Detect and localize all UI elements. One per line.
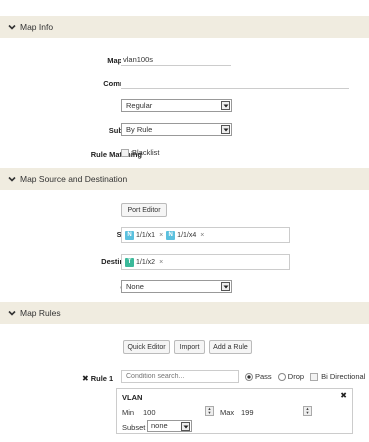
type-select-value: Regular — [126, 101, 153, 110]
section-title: Map Source and Destination — [20, 174, 128, 184]
gsop-select-value: None — [126, 282, 144, 291]
destination-port-list[interactable]: T 1/1/x2 × — [121, 254, 290, 270]
port-label: 1/1/x1 — [136, 231, 156, 239]
section-header-map-info[interactable]: Map Info — [0, 16, 369, 38]
subset-label: Subset — [122, 423, 146, 432]
port-type-badge: N — [166, 230, 176, 240]
subtype-select[interactable]: By Rule — [121, 123, 232, 136]
port-editor-button[interactable]: Port Editor — [121, 203, 167, 217]
blacklist-checkbox[interactable] — [121, 149, 129, 158]
max-input[interactable] — [239, 406, 313, 418]
section-title: Map Rules — [20, 308, 61, 318]
comments-input[interactable] — [121, 77, 349, 89]
rule-action-options: Pass Drop Bi Directional — [245, 372, 366, 382]
chevron-down-icon — [8, 175, 16, 183]
chevron-down-icon — [221, 101, 230, 110]
subtype-select-value: By Rule — [126, 125, 153, 134]
subset-select[interactable]: none — [147, 420, 192, 432]
quick-editor-button[interactable]: Quick Editor — [123, 340, 170, 354]
source-port-tag: N 1/1/x1 × — [125, 230, 163, 240]
max-stepper-icon[interactable]: ▲ ▼ — [303, 406, 312, 416]
add-rule-button[interactable]: Add a Rule — [209, 340, 252, 354]
top-strip — [0, 0, 369, 16]
chevron-down-icon — [221, 282, 230, 291]
drop-radio[interactable] — [277, 373, 286, 382]
pass-radio[interactable] — [245, 373, 253, 382]
section-header-map-source-destination[interactable]: Map Source and Destination — [0, 168, 369, 190]
chevron-down-icon — [8, 23, 16, 31]
source-port-list[interactable]: N 1/1/x1 × N 1/1/x4 × — [121, 227, 290, 243]
blacklist-label: Blacklist — [132, 148, 160, 157]
source-port-tag: N 1/1/x4 × — [166, 230, 204, 240]
condition-search-input[interactable] — [121, 370, 239, 383]
remove-port-icon[interactable]: × — [159, 232, 163, 239]
import-button[interactable]: Import — [174, 340, 205, 354]
delete-rule-icon[interactable]: ✖ — [82, 374, 89, 383]
gsop-select[interactable]: None — [121, 280, 232, 293]
port-label: 1/1/x4 — [177, 231, 197, 239]
bidirectional-checkbox[interactable] — [310, 373, 319, 382]
min-label: Min — [122, 408, 135, 417]
destination-port-tag: T 1/1/x2 × — [125, 257, 163, 267]
min-input[interactable] — [141, 406, 215, 418]
section-title: Map Info — [20, 22, 54, 32]
chevron-down-icon — [221, 125, 230, 134]
chevron-down-icon — [8, 309, 16, 317]
min-stepper-icon[interactable]: ▲ ▼ — [205, 406, 214, 416]
remove-port-icon[interactable]: × — [200, 232, 204, 239]
remove-port-icon[interactable]: × — [159, 259, 163, 266]
subset-select-value: none — [151, 421, 168, 430]
pass-label: Pass — [255, 372, 272, 381]
drop-label: Drop — [287, 372, 305, 381]
port-type-badge: T — [125, 257, 134, 267]
map-alias-input[interactable] — [121, 54, 231, 66]
vlan-title: VLAN — [122, 393, 143, 402]
close-icon[interactable]: ✖ — [340, 391, 347, 400]
section-header-map-rules[interactable]: Map Rules — [0, 302, 369, 324]
blacklist-option[interactable]: Blacklist — [121, 148, 160, 158]
rule-1-header: ✖ Rule 1 — [82, 374, 113, 383]
max-label: Max — [220, 408, 235, 417]
chevron-down-icon — [181, 422, 190, 431]
rule-1-label: Rule 1 — [90, 374, 114, 383]
bidirectional-label: Bi Directional — [321, 372, 366, 381]
port-type-badge: N — [125, 230, 134, 240]
vlan-condition-panel: VLAN ✖ Min ▲▼ Max ▲▼ Subset none — [116, 388, 353, 434]
port-label: 1/1/x2 — [136, 258, 156, 266]
type-select[interactable]: Regular — [121, 99, 232, 112]
